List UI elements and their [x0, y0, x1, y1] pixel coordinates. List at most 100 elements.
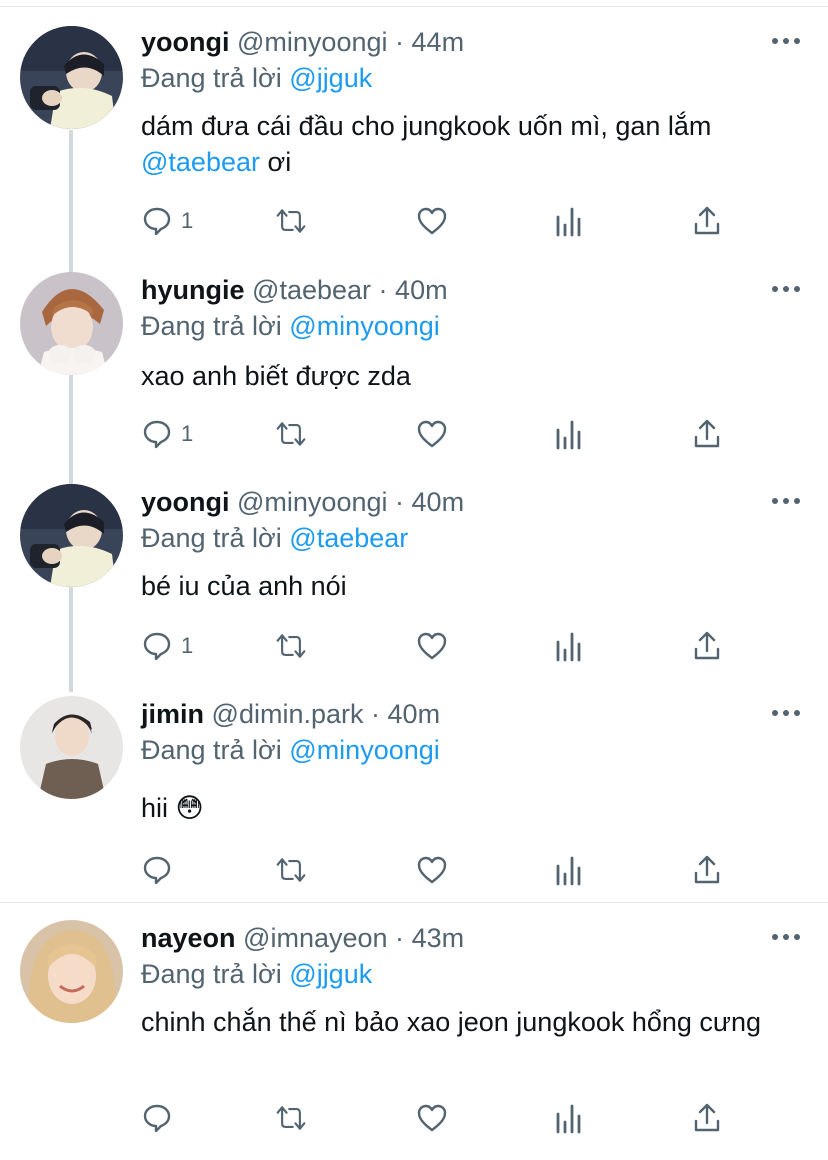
timestamp[interactable]: 40m — [388, 699, 441, 729]
retweet-button[interactable] — [275, 204, 307, 238]
replying-to: Đang trả lời @minyoongi — [141, 732, 440, 768]
separator-dot: · — [378, 275, 388, 305]
more-icon[interactable] — [772, 38, 800, 46]
tweet-header: yoongi @minyoongi · 40m — [141, 484, 464, 520]
like-button[interactable] — [416, 1101, 448, 1135]
like-button[interactable] — [416, 853, 448, 887]
like-button[interactable] — [416, 204, 448, 238]
analytics-icon — [556, 856, 581, 886]
display-name[interactable]: yoongi — [141, 487, 230, 517]
avatar-image — [20, 26, 123, 129]
tweet[interactable]: yoongi @minyoongi · 40m Đang trả lời @ta… — [0, 484, 828, 674]
avatar-yoongi[interactable] — [20, 484, 123, 587]
tweet-header: jimin @dimin.park · 40m — [141, 696, 440, 732]
separator-dot: · — [395, 487, 405, 517]
timestamp[interactable]: 43m — [412, 923, 465, 953]
tweet-mention[interactable]: @taebear — [141, 147, 260, 177]
avatar-image — [20, 484, 123, 587]
reply-button[interactable]: 1 — [141, 204, 193, 238]
share-icon — [694, 855, 720, 884]
retweet-button[interactable] — [275, 417, 307, 451]
tweet[interactable]: yoongi @minyoongi · 44m Đang trả lời @jj… — [0, 24, 828, 254]
retweet-button[interactable] — [275, 853, 307, 887]
tweet-header: nayeon @imnayeon · 43m — [141, 920, 464, 956]
tweet[interactable]: nayeon @imnayeon · 43m Đang trả lời @jjg… — [0, 920, 828, 1150]
thread-divider — [0, 902, 828, 903]
display-name[interactable]: jimin — [141, 699, 204, 729]
replying-mention[interactable]: @jjguk — [289, 63, 372, 93]
more-icon[interactable] — [772, 710, 800, 718]
timestamp[interactable]: 44m — [412, 27, 465, 57]
analytics-button[interactable] — [553, 853, 585, 887]
user-handle[interactable]: @taebear — [252, 275, 371, 305]
user-handle[interactable]: @minyoongi — [237, 27, 387, 57]
replying-label: Đang trả lời — [141, 63, 282, 93]
share-icon — [694, 1103, 720, 1132]
analytics-button[interactable] — [553, 1101, 585, 1135]
top-border — [0, 0, 828, 7]
reply-button[interactable]: 1 — [141, 629, 193, 663]
tweet-actions: 1 — [141, 629, 741, 663]
retweet-button[interactable] — [275, 1101, 307, 1135]
replying-to: Đang trả lời @jjguk — [141, 956, 372, 992]
heart-icon — [417, 420, 447, 448]
separator-dot: · — [395, 923, 405, 953]
analytics-icon — [556, 1104, 581, 1134]
replying-mention[interactable]: @taebear — [289, 523, 408, 553]
share-button[interactable] — [691, 1101, 723, 1135]
retweet-button[interactable] — [275, 629, 307, 663]
avatar-image — [20, 696, 123, 799]
analytics-button[interactable] — [553, 204, 585, 238]
avatar-jimin[interactable] — [20, 696, 123, 799]
reply-button[interactable] — [141, 853, 181, 887]
share-icon — [694, 419, 720, 448]
heart-icon — [417, 207, 447, 235]
reply-count: 1 — [181, 633, 194, 658]
analytics-icon — [556, 420, 581, 450]
avatar-nayeon[interactable] — [20, 920, 123, 1023]
timestamp[interactable]: 40m — [395, 275, 448, 305]
tweet-actions — [141, 1101, 741, 1135]
user-handle[interactable]: @dimin.park — [212, 699, 364, 729]
reply-icon — [143, 632, 171, 661]
share-button[interactable] — [691, 853, 723, 887]
tweet-text: xao anh biết được zda — [141, 361, 411, 391]
avatar-hyungie[interactable] — [20, 272, 123, 375]
reply-button[interactable] — [141, 1101, 181, 1135]
like-button[interactable] — [416, 417, 448, 451]
more-icon[interactable] — [772, 286, 800, 294]
timestamp[interactable]: 40m — [412, 487, 465, 517]
reply-icon — [143, 856, 171, 885]
replying-to: Đang trả lời @jjguk — [141, 60, 372, 96]
tweet-actions: 1 — [141, 204, 741, 238]
replying-to: Đang trả lời @taebear — [141, 520, 408, 556]
replying-mention[interactable]: @minyoongi — [289, 311, 439, 341]
replying-mention[interactable]: @minyoongi — [289, 735, 439, 765]
avatar-yoongi[interactable] — [20, 26, 123, 129]
display-name[interactable]: yoongi — [141, 27, 230, 57]
like-button[interactable] — [416, 629, 448, 663]
more-icon[interactable] — [772, 498, 800, 506]
tweet[interactable]: jimin @dimin.park · 40m Đang trả lời @mi… — [0, 696, 828, 896]
share-button[interactable] — [691, 204, 723, 238]
analytics-button[interactable] — [553, 629, 585, 663]
analytics-icon — [556, 207, 581, 237]
share-button[interactable] — [691, 629, 723, 663]
user-handle[interactable]: @minyoongi — [237, 487, 387, 517]
share-button[interactable] — [691, 417, 723, 451]
share-icon — [694, 631, 720, 660]
separator-dot: · — [371, 699, 381, 729]
tweet[interactable]: hyungie @taebear · 40m Đang trả lời @min… — [0, 272, 828, 462]
display-name[interactable]: hyungie — [141, 275, 245, 305]
reply-count: 1 — [181, 208, 194, 233]
replying-mention[interactable]: @jjguk — [289, 959, 372, 989]
analytics-button[interactable] — [553, 417, 585, 451]
reply-count: 1 — [181, 421, 194, 446]
more-icon[interactable] — [772, 934, 800, 942]
display-name[interactable]: nayeon — [141, 923, 236, 953]
share-icon — [694, 206, 720, 235]
heart-icon — [417, 632, 447, 660]
reply-button[interactable]: 1 — [141, 417, 193, 451]
retweet-icon — [276, 634, 306, 658]
user-handle[interactable]: @imnayeon — [243, 923, 387, 953]
